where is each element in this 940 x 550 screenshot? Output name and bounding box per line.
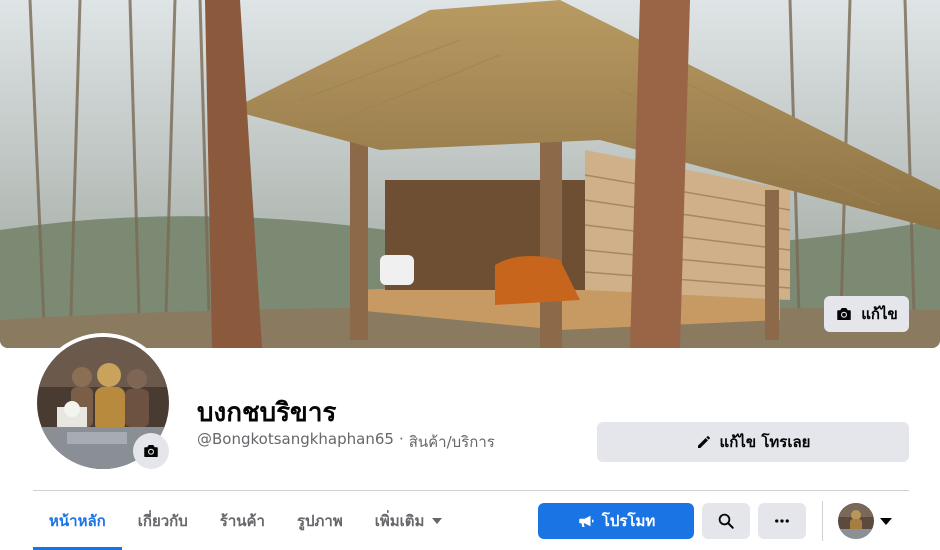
subtitle-separator: · [398, 430, 404, 448]
promote-button[interactable]: โปรโมท [538, 503, 694, 539]
page-category[interactable]: สินค้า/บริการ [409, 430, 495, 454]
tab-shop[interactable]: ร้านค้า [204, 491, 281, 550]
tab-home-label: หน้าหลัก [49, 511, 106, 530]
tab-about[interactable]: เกี่ยวกับ [122, 491, 204, 550]
tab-more-label: เพิ่มเติม [374, 511, 425, 530]
edit-call-button[interactable]: แก้ไข โทรเลย [597, 422, 909, 462]
actions-divider [822, 501, 823, 541]
page-title: บงกชบริขาร [197, 398, 337, 428]
more-options-button[interactable] [758, 503, 806, 539]
cover-image [0, 0, 940, 348]
cover-photo[interactable] [0, 0, 940, 348]
tab-more[interactable]: เพิ่มเติม [359, 491, 459, 550]
tab-photos-label: รูปภาพ [296, 511, 343, 530]
tab-shop-label: ร้านค้า [219, 511, 265, 530]
pencil-icon [697, 436, 710, 448]
account-avatar [838, 503, 874, 539]
page-subtitle: @Bongkotsangkhaphan65 · สินค้า/บริการ [197, 430, 495, 454]
edit-profile-picture-button[interactable] [133, 433, 169, 469]
search-icon [718, 513, 734, 529]
tab-home[interactable]: หน้าหลัก [33, 491, 122, 550]
search-button[interactable] [702, 503, 750, 539]
camera-icon [144, 445, 158, 457]
camera-icon [837, 308, 851, 320]
tab-photos[interactable]: รูปภาพ [281, 491, 359, 550]
promote-label: โปรโมท [601, 512, 656, 530]
chevron-down-icon [432, 517, 443, 524]
edit-cover-label: แก้ไข [861, 305, 898, 323]
account-avatar-image [838, 503, 874, 539]
more-dots-icon [775, 519, 789, 523]
edit-cover-button[interactable]: แก้ไข [824, 296, 909, 332]
page-tabs: หน้าหลัก เกี่ยวกับ ร้านค้า รูปภาพ เพิ่มเ… [33, 491, 458, 550]
megaphone-icon [579, 515, 594, 527]
chevron-down-icon [880, 517, 892, 525]
account-switcher-button[interactable] [838, 503, 898, 539]
page-handle: @Bongkotsangkhaphan65 [197, 430, 394, 448]
tab-about-label: เกี่ยวกับ [137, 511, 188, 530]
edit-call-label: แก้ไข โทรเลย [719, 433, 811, 451]
